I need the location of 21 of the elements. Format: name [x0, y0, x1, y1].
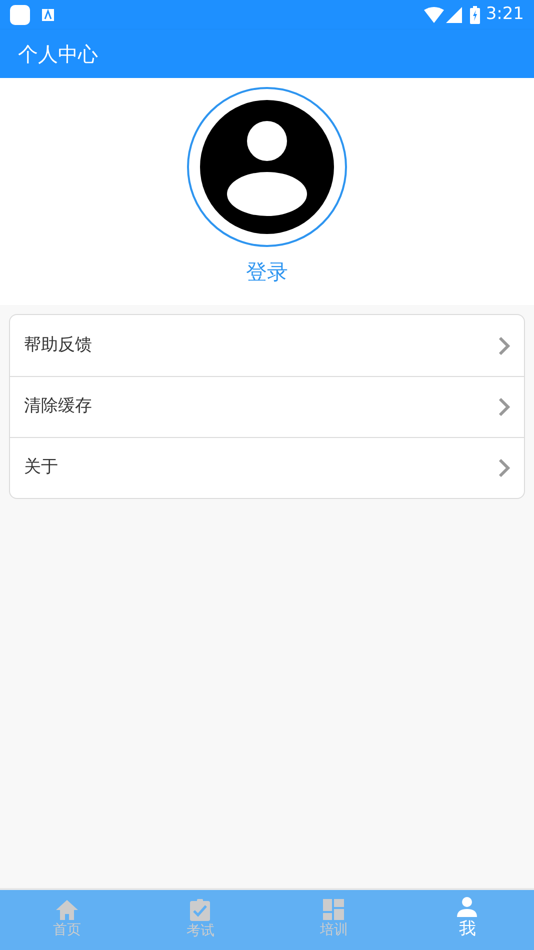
- status-time: 3:21: [486, 3, 524, 26]
- menu-item[interactable]: 关于: [10, 437, 524, 498]
- login-link[interactable]: 登录: [246, 257, 288, 288]
- nav-tab[interactable]: 我: [400, 890, 534, 950]
- home-icon: [56, 900, 78, 920]
- keyboard-notification-icon: [42, 9, 54, 21]
- avatar-icon: [200, 100, 334, 234]
- avatar-frame[interactable]: [187, 87, 347, 247]
- chevron-right-icon: [498, 336, 510, 356]
- clipboard-check-icon: [189, 898, 212, 920]
- wifi-icon: [424, 7, 444, 23]
- page-title: 个人中心: [18, 41, 98, 68]
- app-notification-icon: [10, 5, 30, 25]
- chevron-right-icon: [498, 397, 510, 417]
- signal-icon: [446, 7, 462, 23]
- chevron-right-icon: [498, 458, 510, 478]
- menu-item[interactable]: 帮助反馈: [10, 315, 524, 376]
- battery-icon: [470, 6, 480, 24]
- dashboard-icon: [323, 899, 344, 920]
- menu-item[interactable]: 清除缓存: [10, 376, 524, 437]
- person-icon: [457, 897, 478, 918]
